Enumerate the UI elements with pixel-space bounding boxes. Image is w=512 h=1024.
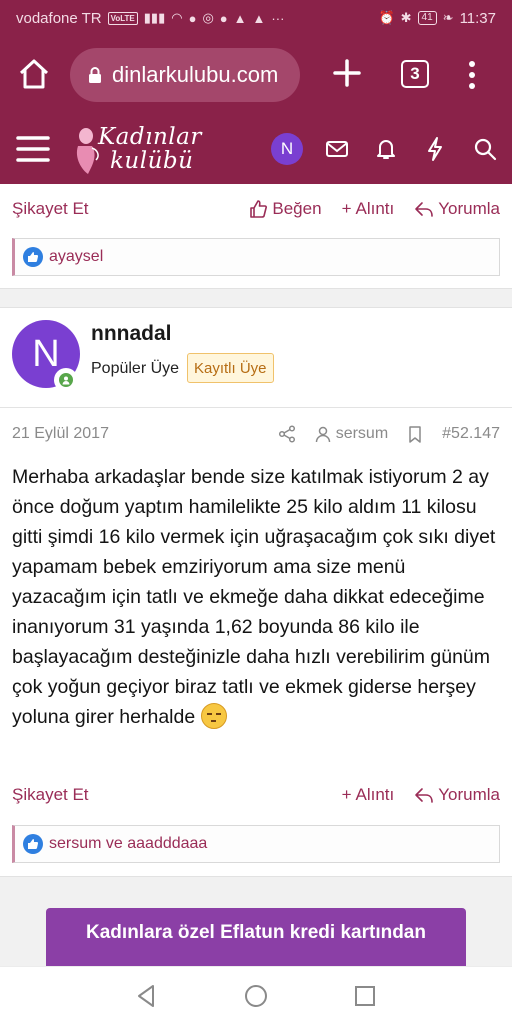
- report-link[interactable]: Şikayet Et: [12, 199, 89, 219]
- post-date[interactable]: 21 Eylül 2017: [12, 425, 109, 443]
- bookmark-button[interactable]: [406, 425, 424, 443]
- carrier-label: vodafone TR: [16, 9, 102, 27]
- plus-icon: +: [341, 199, 352, 218]
- ad-banner[interactable]: Kadınlara özel Eflatun kredi kartından: [46, 908, 466, 966]
- overflow-menu-icon[interactable]: [460, 58, 484, 92]
- reply-arrow-icon: [415, 788, 434, 803]
- url-text: dinlarkulubu.com: [112, 62, 279, 87]
- reactions-users: sersum ve aaadddaaa: [49, 835, 208, 852]
- battery-icon: 41: [417, 11, 437, 25]
- system-nav-bar: [0, 966, 512, 1024]
- notification-bell-icon: ▲: [233, 10, 247, 26]
- home-nav-icon[interactable]: [241, 981, 271, 1011]
- logo-text-line2: kulübü: [110, 148, 194, 174]
- signal-icon: ▮▮▮: [143, 10, 166, 25]
- reply-label: Yorumla: [438, 785, 500, 804]
- address-bar[interactable]: dinlarkulubu.com: [70, 48, 300, 102]
- thread-content: Şikayet Et Beğen + Alıntı Yorumla ayayse…: [0, 184, 512, 966]
- reply-button[interactable]: Yorumla: [414, 785, 500, 805]
- volte-icon: VoLTE: [107, 11, 138, 25]
- unamused-emoji-icon: [200, 703, 227, 729]
- reactions-bar[interactable]: ayaysel: [12, 238, 500, 276]
- author-username[interactable]: nnnadal: [91, 322, 172, 346]
- user-icon: [315, 426, 330, 443]
- bookmark-icon: [409, 426, 421, 443]
- back-icon[interactable]: [131, 981, 161, 1011]
- quote-button[interactable]: + Alıntı: [342, 199, 395, 219]
- browser-toolbar: dinlarkulubu.com 3: [0, 36, 512, 114]
- report-link[interactable]: Şikayet Et: [12, 785, 89, 805]
- facebook-icon: ●: [219, 10, 228, 26]
- post-message: Merhaba arkadaşlar bende size katılmak i…: [12, 462, 502, 732]
- more-notifications-icon: ···: [271, 10, 285, 26]
- notification-bell-icon-2: ▲: [252, 10, 266, 26]
- home-icon[interactable]: [16, 56, 52, 92]
- status-bar: vodafone TR VoLTE ▮▮▮ ◠ ● ◎ ● ▲ ▲ ··· ⏰ …: [0, 0, 512, 36]
- thumbs-up-icon: [250, 200, 268, 218]
- like-button[interactable]: Beğen: [248, 199, 322, 219]
- ad-text: Kadınlara özel Eflatun kredi kartından: [86, 922, 426, 943]
- logo-text-line1: Kadınlar: [98, 124, 202, 150]
- lock-icon: [89, 67, 101, 83]
- instagram-icon: ◎: [202, 10, 214, 25]
- clock: 11:37: [459, 9, 496, 27]
- battery-saver-icon: ❧: [442, 10, 454, 25]
- quote-button[interactable]: + Alıntı: [342, 785, 395, 805]
- author-ref-name: sersum: [335, 425, 389, 442]
- share-button[interactable]: [278, 425, 296, 443]
- reactions-users: ayaysel: [49, 248, 104, 265]
- author-title: Popüler Üye: [91, 360, 180, 377]
- tab-switcher-button[interactable]: 3: [401, 60, 429, 88]
- post-author-block: N nnnadal Popüler Üye Kayıtlı Üye: [0, 298, 512, 408]
- reply-label: Yorumla: [438, 199, 500, 218]
- post-meta: 21 Eylül 2017 sersum #52.147: [12, 416, 500, 452]
- lightning-icon[interactable]: [422, 136, 448, 162]
- quote-label: Alıntı: [355, 785, 395, 804]
- post-number[interactable]: #52.147: [442, 425, 500, 443]
- author-ref[interactable]: sersum: [314, 425, 388, 443]
- site-logo[interactable]: Kadınlar kulübü: [72, 122, 212, 178]
- member-badge: Kayıtlı Üye: [187, 353, 274, 383]
- post-message-text: Merhaba arkadaşlar bende size katılmak i…: [12, 466, 496, 728]
- search-icon[interactable]: [472, 136, 498, 162]
- hamburger-menu-icon[interactable]: [16, 134, 50, 164]
- like-reaction-icon: [23, 247, 43, 267]
- wifi-icon: ◠: [171, 10, 183, 25]
- bell-icon[interactable]: [373, 136, 399, 162]
- like-label: Beğen: [272, 199, 322, 218]
- post-actions: Şikayet Et + Alıntı Yorumla: [12, 780, 500, 810]
- envelope-icon[interactable]: [324, 136, 350, 162]
- reply-button[interactable]: Yorumla: [414, 199, 500, 219]
- plus-icon: +: [341, 785, 352, 804]
- account-avatar[interactable]: N: [271, 133, 303, 165]
- messenger-icon: ●: [188, 10, 197, 26]
- reactions-bar[interactable]: sersum ve aaadddaaa: [12, 825, 500, 863]
- site-header: Kadınlar kulübü N: [0, 114, 512, 184]
- new-tab-icon[interactable]: [330, 56, 364, 90]
- alarm-icon: ⏰: [378, 10, 395, 25]
- reply-arrow-icon: [415, 202, 434, 217]
- like-reaction-icon: [23, 834, 43, 854]
- recents-icon[interactable]: [350, 981, 380, 1011]
- quote-label: Alıntı: [355, 199, 395, 218]
- bluetooth-icon: ✱: [400, 10, 412, 25]
- online-status-icon: [54, 368, 78, 392]
- share-icon: [278, 425, 295, 443]
- prev-post-actions: Şikayet Et Beğen + Alıntı Yorumla: [12, 194, 500, 224]
